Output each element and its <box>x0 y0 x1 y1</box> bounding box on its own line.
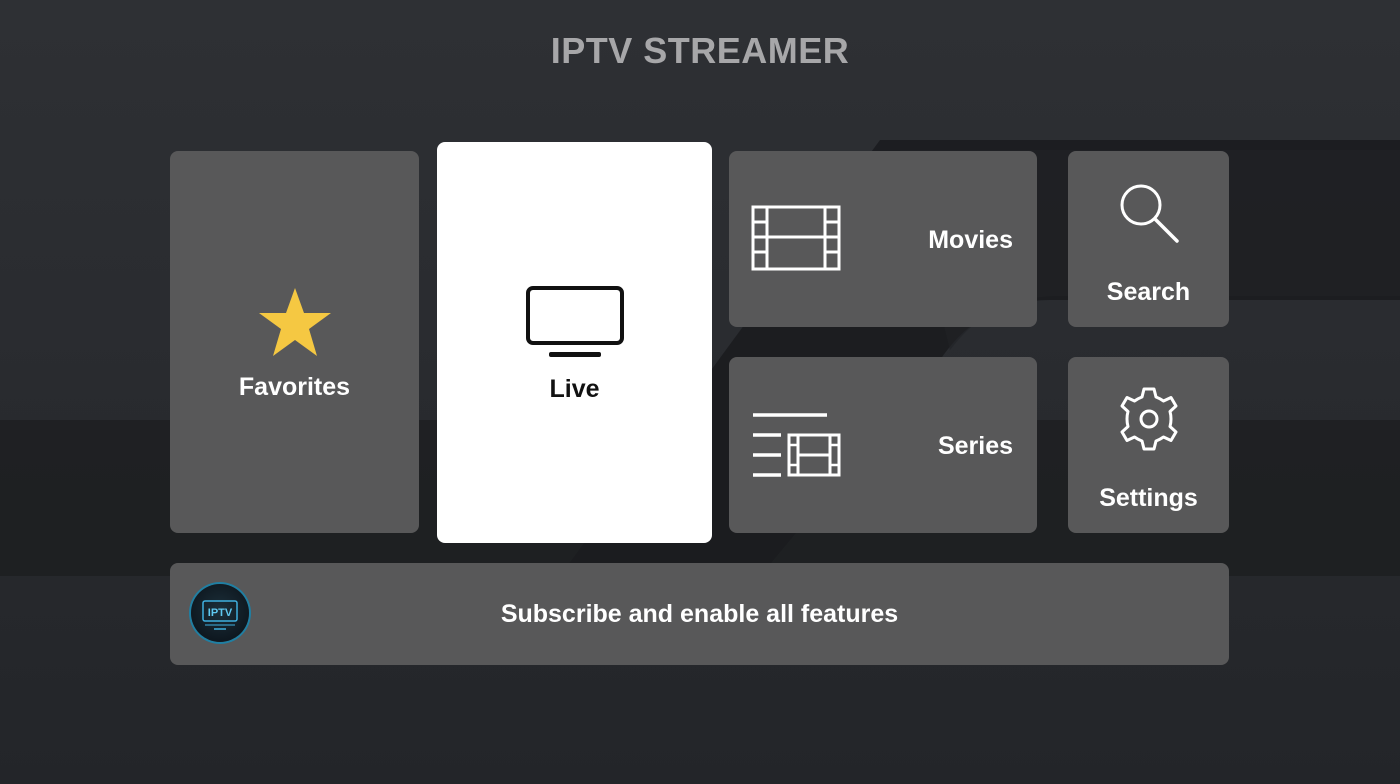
movies-label: Movies <box>928 226 1013 254</box>
series-label: Series <box>937 432 1013 460</box>
subscribe-banner[interactable]: IPTV Subscribe and enable all features <box>170 563 1229 665</box>
star-icon <box>170 286 419 365</box>
film-icon <box>751 205 843 278</box>
gear-icon <box>1068 385 1229 458</box>
movies-tile[interactable]: Movies <box>729 151 1037 327</box>
subscribe-text: Subscribe and enable all features <box>500 600 899 628</box>
series-list-icon <box>751 411 843 484</box>
settings-label: Settings <box>1099 484 1198 512</box>
live-label: Live <box>549 375 600 403</box>
series-tile[interactable]: Series <box>729 357 1037 533</box>
settings-tile[interactable]: Settings <box>1068 357 1229 533</box>
favorites-label: Favorites <box>238 373 351 401</box>
tv-icon <box>437 285 712 366</box>
live-tile[interactable]: Live <box>437 142 712 543</box>
search-tile[interactable]: Search <box>1068 151 1229 327</box>
favorites-tile[interactable]: Favorites <box>170 151 419 533</box>
app-title: IPTV STREAMER <box>550 30 850 71</box>
search-label: Search <box>1106 278 1191 306</box>
search-icon <box>1068 181 1229 250</box>
home-screen: IPTV STREAMER Favorites Live Movies Seri… <box>0 0 1400 784</box>
